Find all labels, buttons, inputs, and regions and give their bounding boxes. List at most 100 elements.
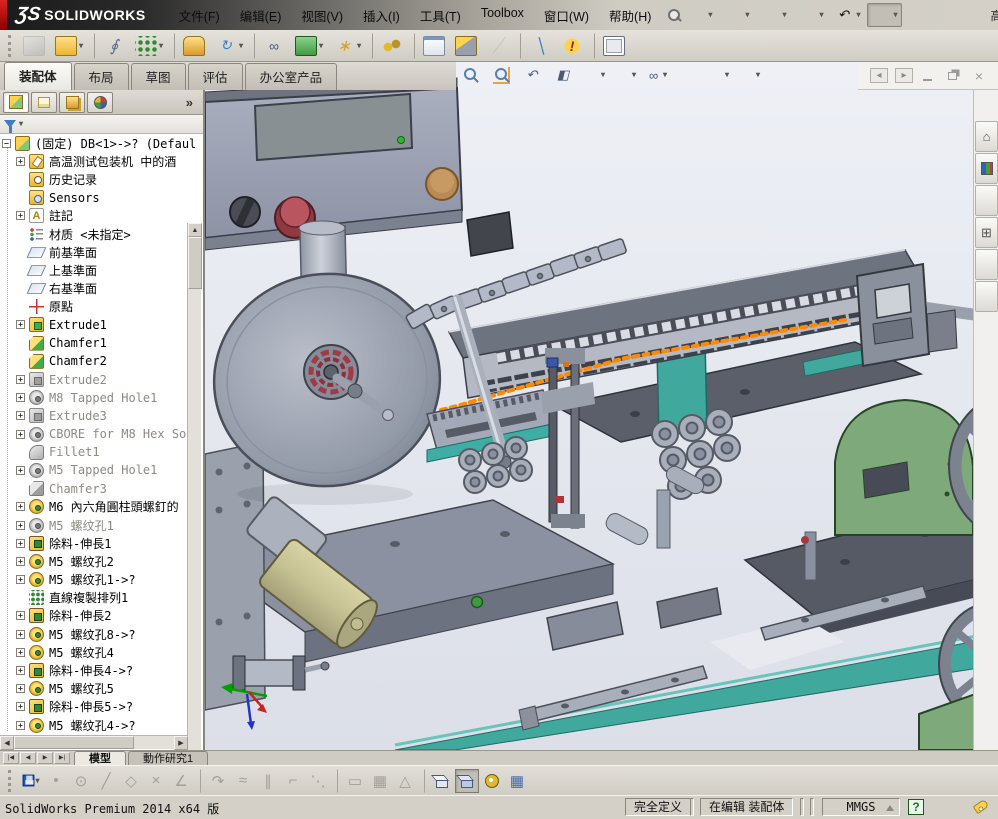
expand-toggle[interactable]: +	[16, 430, 25, 439]
dropdown-arrow-icon[interactable]: ▾	[601, 71, 605, 79]
restore-document[interactable]	[945, 68, 963, 83]
scroll-right-button[interactable]: ▶	[174, 736, 188, 750]
chain-mount-block[interactable]	[467, 212, 513, 256]
expand-toggle[interactable]: +	[16, 721, 25, 730]
menu-item[interactable]: 窗口(W)	[535, 3, 598, 28]
expand-toggle[interactable]: +	[16, 411, 25, 420]
expand-toggle[interactable]: +	[16, 557, 25, 566]
interference-detection[interactable]: ╲	[520, 33, 555, 59]
study-nav-button[interactable]: ◀	[20, 752, 36, 764]
insert-components[interactable]	[19, 33, 49, 59]
dropdown-arrow-icon[interactable]: ▾	[856, 11, 860, 19]
expand-toggle[interactable]	[16, 448, 25, 457]
menu-item[interactable]: 编辑(E)	[231, 3, 291, 28]
tree-vertical-scrollbar[interactable]: ▲ ▼	[187, 223, 201, 819]
tree-item[interactable]: + M6 內六角圓柱頭螺釘的	[0, 498, 203, 516]
expand-toggle[interactable]: +	[16, 648, 25, 657]
tag-icon[interactable]	[973, 799, 990, 814]
open-document[interactable]: ▾	[719, 3, 753, 27]
expand-toggle[interactable]: +	[16, 611, 25, 620]
dropdown-arrow-icon[interactable]: ▾	[782, 11, 786, 19]
sketch-angle[interactable]: ∠	[169, 769, 193, 793]
sketch-trim[interactable]: ×	[144, 769, 168, 793]
expand-toggle[interactable]: +	[16, 211, 25, 220]
tree-item[interactable]: + M5 Tapped Hole1	[0, 461, 203, 479]
dropdown-arrow-icon[interactable]: ▾	[725, 71, 729, 79]
assembly-xpert[interactable]: !	[557, 33, 587, 59]
expand-toggle[interactable]: +	[16, 666, 25, 675]
tree-item[interactable]: 右基準面	[0, 280, 203, 298]
expand-toggle[interactable]: +	[16, 466, 25, 475]
design-library[interactable]	[975, 153, 998, 184]
scroll-left-button[interactable]: ◀	[0, 736, 14, 750]
appearance-note[interactable]	[936, 3, 964, 27]
sketch-circle[interactable]: ⊙	[69, 769, 93, 793]
expand-toggle[interactable]: +	[16, 320, 25, 329]
smart-fasteners[interactable]	[174, 33, 209, 59]
mate[interactable]: ∮	[94, 33, 129, 59]
dropdown-arrow-icon[interactable]: ▾	[708, 11, 712, 19]
advanced-options[interactable]: 高...	[967, 3, 998, 27]
expand-toggle[interactable]: +	[16, 157, 25, 166]
linear-component-pattern[interactable]: ▾	[131, 33, 167, 59]
command-tab[interactable]: 布局	[74, 63, 129, 90]
expand-toggle[interactable]: +	[16, 575, 25, 584]
tree-item[interactable]: 历史记录	[0, 170, 203, 188]
open-part[interactable]: ▾	[51, 33, 87, 59]
appearances-scenes[interactable]	[975, 249, 998, 280]
tree-item[interactable]: + M5 螺纹孔2	[0, 552, 203, 570]
tree-item[interactable]: + M5 螺纹孔4->?	[0, 716, 203, 734]
show-hidden-components[interactable]: ∞	[254, 33, 289, 59]
tree-item[interactable]: + 除料-伸長4->?	[0, 661, 203, 679]
study-nav-button[interactable]: ▶|	[54, 752, 70, 764]
select-tool[interactable]: ▾	[867, 3, 901, 27]
hmi-screen[interactable]	[255, 94, 412, 160]
view-palette[interactable]: ⊞	[975, 217, 998, 248]
expand-toggle[interactable]	[16, 593, 25, 602]
command-tab[interactable]: 办公室产品	[245, 63, 338, 90]
previous-view[interactable]: ↶	[520, 64, 544, 86]
move-component[interactable]: ↻ ▾	[211, 33, 247, 59]
expand-toggle[interactable]	[16, 248, 25, 257]
tree-item[interactable]: + 註記	[0, 207, 203, 225]
tree-item[interactable]: + Extrude3	[0, 407, 203, 425]
property-manager-tab[interactable]	[31, 92, 57, 113]
menu-item[interactable]: 帮助(H)	[600, 3, 660, 28]
solidworks-resources[interactable]: ⌂	[975, 121, 998, 152]
expand-toggle[interactable]: +	[16, 393, 25, 402]
help-status-icon[interactable]: ?	[908, 799, 924, 815]
reference-geometry[interactable]: ∗ ▾	[329, 33, 365, 59]
zoom-to-area[interactable]	[489, 64, 513, 86]
new-motion-study[interactable]	[372, 33, 407, 59]
command-tab[interactable]: 装配体	[4, 62, 72, 91]
tree-item[interactable]: 材质 <未指定>	[0, 225, 203, 243]
view-orientation[interactable]: ▾	[582, 64, 606, 86]
dropdown-arrow-icon[interactable]: ▾	[893, 11, 897, 19]
expand-toggle[interactable]	[16, 266, 25, 275]
expand-toggle[interactable]	[16, 339, 25, 348]
scroll-thumb[interactable]	[14, 736, 134, 749]
apply-scene[interactable]: ▾	[706, 64, 730, 86]
tree-item[interactable]: + 除料-伸長5->?	[0, 698, 203, 716]
tree-item[interactable]: + 除料-伸長2	[0, 607, 203, 625]
tree-horizontal-scrollbar[interactable]: ◀ ▶	[0, 735, 188, 749]
sketch-line[interactable]: ╱	[94, 769, 118, 793]
tree-item[interactable]: + 高温测试包装机 中的酒	[0, 152, 203, 170]
tree-item[interactable]: + M5 螺纹孔1	[0, 516, 203, 534]
tree-item[interactable]: + M5 螺纹孔8->?	[0, 625, 203, 643]
expand-toggle[interactable]	[16, 175, 25, 184]
dropdown-arrow-icon[interactable]: ▾	[239, 42, 243, 50]
sketch-rectangle[interactable]: ▭	[337, 769, 367, 793]
tree-item[interactable]: 前基準面	[0, 243, 203, 261]
dropdown-arrow-icon[interactable]: ▾	[756, 71, 760, 79]
study-tab[interactable]: 動作研究1	[128, 751, 208, 765]
sketch-corner[interactable]: ⌐	[281, 769, 305, 793]
scroll-thumb[interactable]	[188, 237, 202, 289]
take-snapshot[interactable]	[594, 33, 629, 59]
selector-knob[interactable]	[230, 197, 260, 227]
study-nav-button[interactable]: ▶	[37, 752, 53, 764]
tree-item[interactable]: + M5 螺纹孔4	[0, 643, 203, 661]
view-settings[interactable]: ▾	[737, 64, 761, 86]
menu-item[interactable]: 文件(F)	[170, 3, 229, 28]
tree-item[interactable]: + M8 Tapped Hole1	[0, 389, 203, 407]
